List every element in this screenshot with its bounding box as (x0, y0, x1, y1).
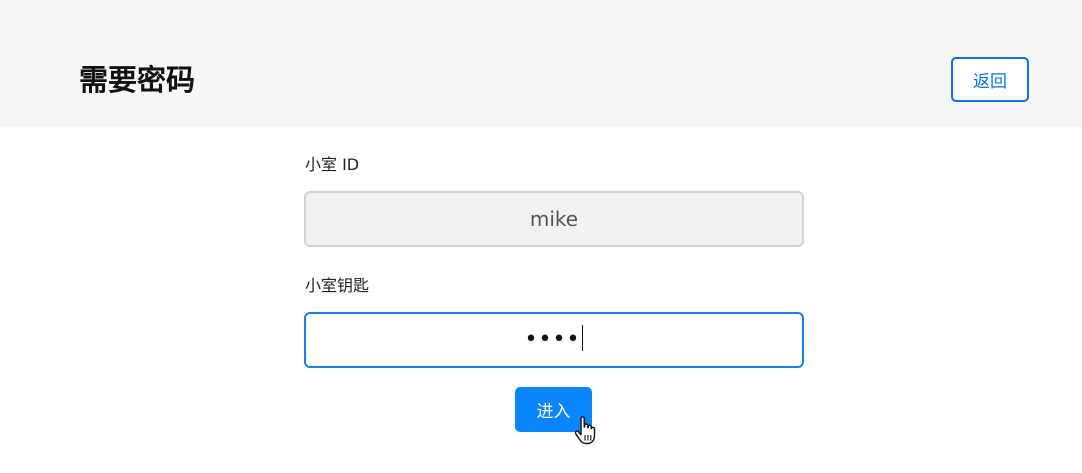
hand-pointer-icon (574, 416, 596, 445)
text-caret (582, 325, 584, 351)
page-title: 需要密码 (79, 63, 196, 97)
room-key-label: 小室钥匙 (305, 276, 370, 295)
page-header: 需要密码 返回 (0, 0, 1082, 127)
back-button[interactable]: 返回 (951, 57, 1029, 102)
room-key-field[interactable]: •••• (304, 312, 804, 368)
room-id-field[interactable]: mike (304, 191, 804, 247)
room-id-label: 小室 ID (305, 155, 360, 174)
room-id-value: mike (529, 207, 579, 231)
room-key-masked-value: •••• (524, 326, 581, 352)
